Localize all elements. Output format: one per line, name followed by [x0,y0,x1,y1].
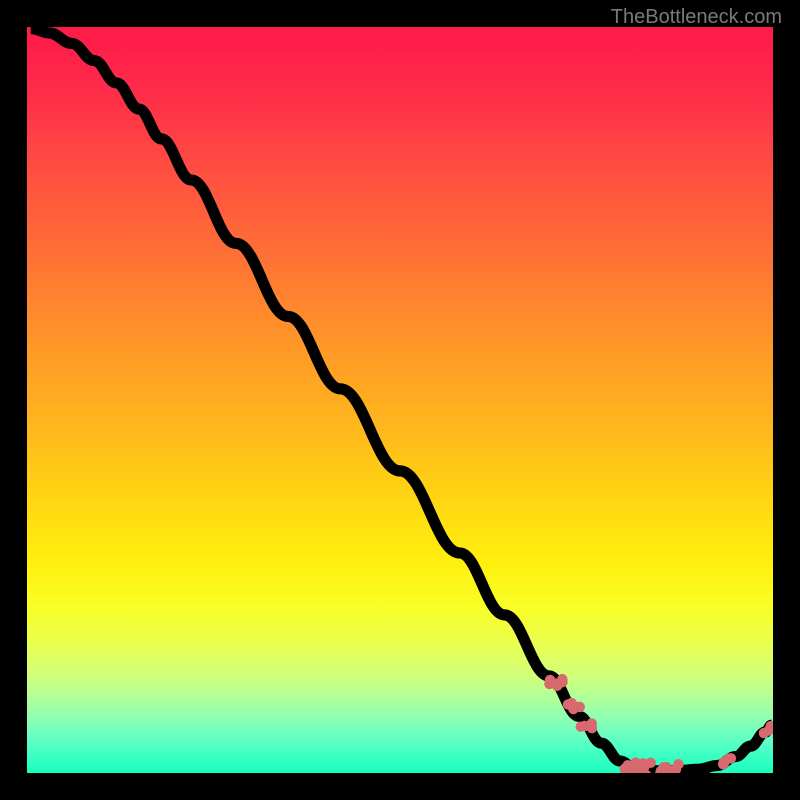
chart-curve [31,28,772,770]
attribution-text: TheBottleneck.com [611,6,782,29]
chart-dot [624,761,634,771]
chart-dot [575,702,585,712]
chart-dot [579,721,589,731]
chart-dot [552,681,562,691]
chart-dot [639,762,649,772]
chart-dot [726,753,736,763]
chart-dot [658,762,668,772]
chart-overlay [27,27,773,773]
chart-plot-area [27,27,773,773]
